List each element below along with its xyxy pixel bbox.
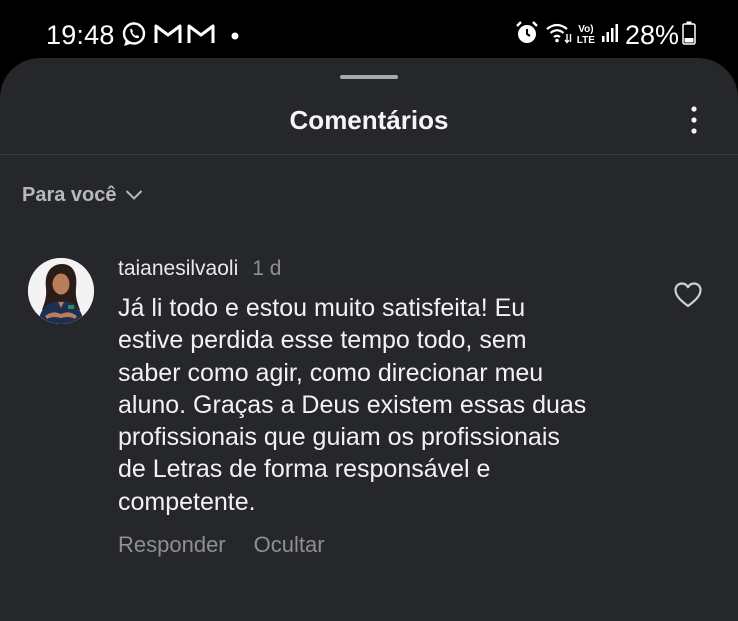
- wifi-icon: [546, 22, 572, 49]
- hide-button[interactable]: Ocultar: [254, 532, 325, 558]
- heart-outline-icon[interactable]: [674, 282, 702, 308]
- sheet-title: Comentários: [289, 105, 449, 135]
- comment-username[interactable]: taianesilvaoli: [118, 256, 238, 282]
- system-icons: Vo) LTE 28%: [514, 20, 696, 50]
- volte-icon: Vo) LTE: [577, 24, 595, 46]
- status-bar: 19:48 Vo) LTE 28%: [0, 0, 738, 58]
- status-time: 19:48: [46, 20, 115, 50]
- comment-actions: Responder Ocultar: [118, 532, 658, 558]
- avatar[interactable]: [28, 258, 94, 324]
- sort-filter-dropdown[interactable]: Para você: [22, 180, 143, 210]
- notification-icons: [121, 21, 239, 52]
- battery-icon: [682, 21, 696, 50]
- chevron-down-icon: [117, 184, 143, 207]
- more-vertical-icon[interactable]: [683, 103, 705, 137]
- header-divider: [0, 154, 738, 155]
- gmail-icon: [187, 23, 215, 50]
- comment-text: Já li todo e estou muito satisfeita! Eu …: [118, 294, 587, 516]
- gmail-icon: [154, 23, 182, 50]
- comment-time: 1 d: [252, 257, 282, 280]
- whatsapp-icon: [121, 21, 147, 52]
- comments-sheet: Comentários Para você taianesilvaoli 1 d…: [0, 58, 738, 621]
- more-notifications-dot: [231, 27, 239, 45]
- battery-percent: 28%: [624, 20, 679, 50]
- comment-header: taianesilvaoli 1 d: [118, 256, 658, 282]
- drag-handle[interactable]: [340, 75, 398, 79]
- comment-item: taianesilvaoli 1 d Já li todo e estou mu…: [118, 256, 658, 558]
- alarm-icon: [514, 20, 540, 51]
- volte-label-bottom: LTE: [576, 35, 595, 46]
- filter-label: Para você: [22, 183, 117, 206]
- signal-icon: [601, 23, 619, 48]
- volte-label-top: Vo): [578, 24, 594, 35]
- reply-button[interactable]: Responder: [118, 532, 226, 558]
